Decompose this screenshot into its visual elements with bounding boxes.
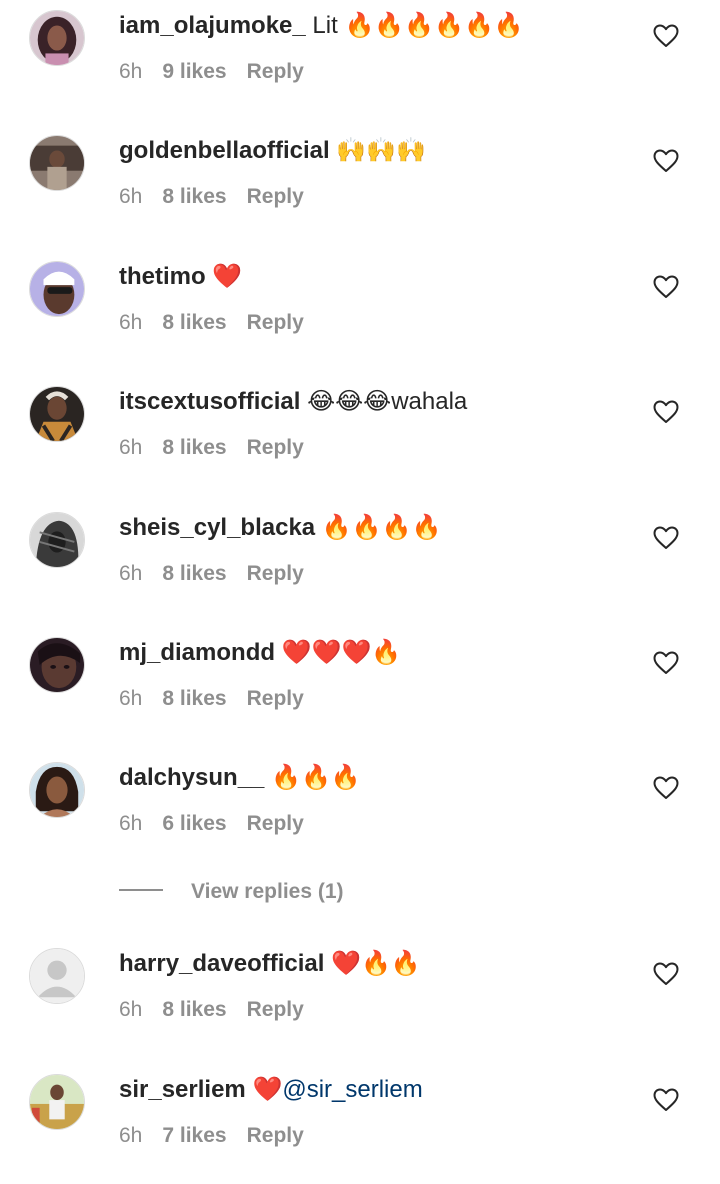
comment-text: 🔥🔥🔥🔥	[321, 514, 442, 541]
comment-item: mj_diamondd ❤️❤️❤️🔥 6h 8 likes Reply	[0, 627, 720, 747]
heart-outline-icon[interactable]	[653, 275, 679, 299]
comment-text: ❤️	[212, 263, 243, 290]
avatar[interactable]	[29, 948, 85, 1004]
comment-likes[interactable]: 9 likes	[162, 60, 226, 83]
reply-button[interactable]: Reply	[247, 562, 304, 585]
comment-text: ❤️❤️❤️🔥	[281, 639, 402, 666]
comment-time: 6h	[119, 436, 143, 459]
heart-outline-icon[interactable]	[653, 651, 679, 675]
comment-likes[interactable]: 8 likes	[162, 562, 226, 585]
comment-item: dalchysun__ 🔥🔥🔥 6h 6 likes Reply	[0, 752, 720, 872]
comment-username[interactable]: sir_serliem	[119, 1076, 246, 1103]
reply-button[interactable]: Reply	[247, 687, 304, 710]
comment-username[interactable]: sheis_cyl_blacka	[119, 514, 315, 541]
avatar[interactable]	[29, 762, 85, 818]
heart-outline-icon[interactable]	[653, 962, 679, 986]
reply-button[interactable]: Reply	[247, 998, 304, 1021]
comment-likes[interactable]: 8 likes	[162, 185, 226, 208]
comment-username[interactable]: thetimo	[119, 263, 206, 290]
comment-username[interactable]: goldenbellaofficial	[119, 137, 330, 164]
comment-time: 6h	[119, 185, 143, 208]
avatar[interactable]	[29, 10, 85, 66]
comment-item: sheis_cyl_blacka 🔥🔥🔥🔥 6h 8 likes Reply	[0, 502, 720, 622]
comment-item: sir_serliem ❤️@sir_serliem 6h 7 likes Repl…	[0, 1064, 720, 1184]
avatar[interactable]	[29, 1074, 85, 1130]
comment-item: goldenbellaofficial 🙌🙌🙌 6h 8 likes Reply	[0, 125, 720, 245]
comment-username[interactable]: iam_olajumoke_	[119, 12, 306, 39]
avatar[interactable]	[29, 637, 85, 693]
comment-text: ❤️🔥🔥	[331, 950, 421, 977]
heart-outline-icon[interactable]	[653, 1088, 679, 1112]
reply-button[interactable]: Reply	[247, 60, 304, 83]
replies-divider	[119, 889, 163, 892]
comment-item: itscextusofficial 😂😂😂wahala 6h 8 likes Rep…	[0, 376, 720, 496]
heart-outline-icon[interactable]	[653, 776, 679, 800]
heart-outline-icon[interactable]	[653, 400, 679, 424]
comment-likes[interactable]: 8 likes	[162, 687, 226, 710]
comment-time: 6h	[119, 562, 143, 585]
reply-button[interactable]: Reply	[247, 185, 304, 208]
comment-time: 6h	[119, 998, 143, 1021]
comment-likes[interactable]: 8 likes	[162, 998, 226, 1021]
reply-button[interactable]: Reply	[247, 311, 304, 334]
comment-item: harry_daveofficial ❤️🔥🔥 6h 8 likes Reply	[0, 938, 720, 1058]
reply-button[interactable]: Reply	[247, 812, 304, 835]
view-replies-label: View replies (1)	[191, 880, 344, 903]
avatar[interactable]	[29, 386, 85, 442]
avatar[interactable]	[29, 512, 85, 568]
avatar[interactable]	[29, 261, 85, 317]
comment-mention-link[interactable]: @sir_serliem	[282, 1076, 422, 1103]
comment-text: ❤️	[252, 1076, 283, 1103]
comment-item: iam_olajumoke_ Lit 🔥🔥🔥🔥🔥🔥 6h 9 likes Reply	[0, 0, 720, 120]
comment-time: 6h	[119, 687, 143, 710]
heart-outline-icon[interactable]	[653, 149, 679, 173]
comment-text: 🙌🙌🙌	[336, 137, 427, 164]
comment-time: 6h	[119, 812, 143, 835]
comment-username[interactable]: mj_diamondd	[119, 639, 275, 666]
heart-outline-icon[interactable]	[653, 526, 679, 550]
comment-likes[interactable]: 6 likes	[162, 812, 226, 835]
view-replies-button[interactable]: View replies (1)	[119, 876, 344, 908]
avatar[interactable]	[29, 135, 85, 191]
comment-time: 6h	[119, 311, 143, 334]
comment-text: Lit 🔥🔥🔥🔥🔥🔥	[312, 12, 524, 39]
comment-text: 🔥🔥🔥	[271, 764, 361, 791]
comment-username[interactable]: dalchysun__	[119, 764, 264, 791]
reply-button[interactable]: Reply	[247, 436, 304, 459]
comment-time: 6h	[119, 60, 143, 83]
comment-text: 😂😂😂wahala	[307, 388, 468, 415]
comment-username[interactable]: harry_daveofficial	[119, 950, 324, 977]
comment-item: thetimo ❤️ 6h 8 likes Reply	[0, 251, 720, 371]
comment-likes[interactable]: 8 likes	[162, 311, 226, 334]
comment-likes[interactable]: 8 likes	[162, 436, 226, 459]
heart-outline-icon[interactable]	[653, 24, 679, 48]
comment-username[interactable]: itscextusofficial	[119, 388, 300, 415]
